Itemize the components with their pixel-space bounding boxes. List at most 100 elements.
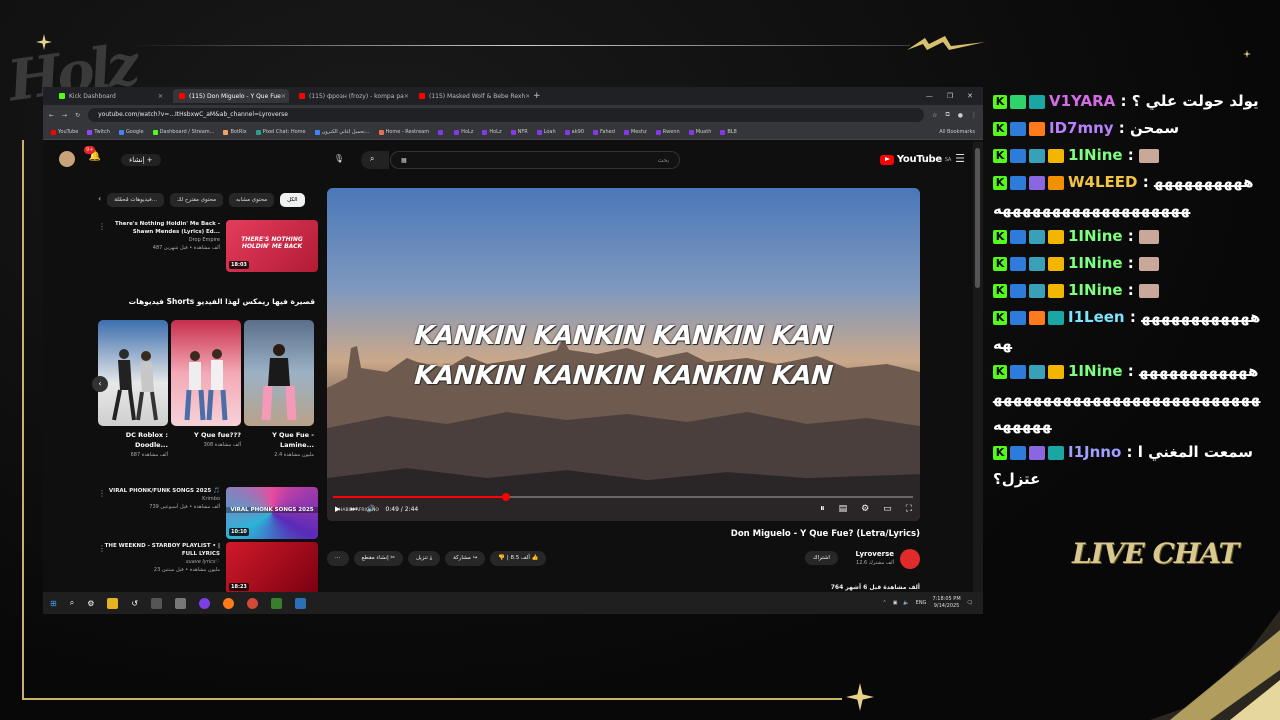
new-tab-button[interactable]: + (533, 91, 541, 101)
bookmark-item[interactable]: NFR (510, 129, 528, 135)
steam-icon[interactable] (295, 597, 307, 609)
profile-icon[interactable]: ● (958, 112, 963, 119)
bookmark-item[interactable]: YouTube (51, 129, 78, 135)
chat-username[interactable]: 1INine (1068, 254, 1123, 272)
windows-start-icon[interactable]: ⊞ (50, 599, 57, 608)
bookmark-item[interactable]: Rwenn (655, 129, 680, 135)
close-icon[interactable]: ✕ (158, 93, 163, 100)
chrome-profile-icon[interactable] (271, 597, 283, 609)
all-bookmarks-button[interactable]: All Bookmarks (939, 129, 975, 135)
settings-gear-icon[interactable]: ⚙ (861, 504, 869, 514)
search-button[interactable]: ⌕ (361, 151, 389, 169)
next-icon[interactable]: ⏭ (350, 505, 356, 514)
notifications-icon[interactable]: 🗨 (967, 600, 973, 606)
search-icon[interactable]: ⌕ (70, 598, 74, 608)
bookmark-item[interactable]: BL8 (720, 129, 737, 135)
back-icon[interactable]: ← (49, 112, 54, 119)
subscribe-button[interactable]: اشتراك (805, 551, 838, 565)
volume-tray-icon[interactable]: 🔈 (903, 600, 909, 606)
minimize-icon[interactable]: — (926, 92, 933, 100)
bookmark-item[interactable]: HoLz (482, 129, 502, 135)
star-bookmark-icon[interactable]: ☆ (932, 112, 937, 119)
microphone-icon[interactable]: 🎙 (333, 154, 345, 166)
bookmark-item[interactable]: ak90 (564, 129, 584, 135)
tab-youtube-active[interactable]: (115) Don Miguelo - Y Que Fue ✕ (173, 89, 289, 103)
discord-icon[interactable] (199, 597, 211, 609)
volume-icon[interactable]: 🔊 (367, 505, 376, 513)
tab-youtube-frozy[interactable]: (115) фрозн (frozy) - kompa pa ✕ (293, 89, 409, 103)
firefox-icon[interactable] (223, 597, 235, 609)
more-actions-button[interactable]: ⋯ (327, 551, 349, 566)
tab-kick-dashboard[interactable]: Kick Dashboard ✕ (53, 89, 169, 103)
side-video-item[interactable]: ⋮ VIRAL PHONK/FUNK SONGS 2025 🎵 Krimbo 7… (98, 487, 318, 539)
bookmark-item[interactable]: Home - Restream (378, 129, 429, 135)
chat-username[interactable]: I1Jnno (1068, 443, 1121, 461)
search-input[interactable]: بحث ▦ (390, 151, 680, 169)
close-window-icon[interactable]: ✕ (967, 92, 973, 100)
progress-scrubber[interactable] (501, 493, 510, 501)
video-thumbnail[interactable]: VIRAL PHONK SONGS 2025 10:10 (226, 487, 318, 539)
chat-username[interactable]: W4LEED (1068, 173, 1138, 191)
file-explorer-icon[interactable] (107, 597, 119, 609)
close-icon[interactable]: ✕ (281, 93, 286, 100)
back-app-icon[interactable]: ↺ (131, 599, 138, 608)
terminal-icon[interactable] (151, 597, 163, 609)
dislike-icon[interactable]: 👎 (498, 555, 505, 561)
subtitles-icon[interactable]: ▤ (839, 504, 848, 514)
bookmark-item[interactable]: Pixel Chat: Home (255, 129, 306, 135)
chat-username[interactable]: 1INine (1068, 146, 1123, 164)
chat-username[interactable]: 1INine (1068, 362, 1123, 380)
chip-related[interactable]: محتوى مشابه (229, 193, 275, 207)
hamburger-menu-icon[interactable]: ☰ (955, 152, 965, 165)
autoplay-toggle-icon[interactable]: ⏸ (820, 504, 825, 514)
clock[interactable]: 7:18:05 PM 9/14/2025 (932, 596, 960, 610)
chat-username[interactable]: V1YARA (1049, 92, 1115, 110)
like-icon[interactable]: 👍 (532, 555, 539, 561)
bookmark-item[interactable]: Loah (536, 129, 556, 135)
language-indicator[interactable]: ENG (916, 600, 927, 606)
short-thumbnail[interactable] (244, 320, 314, 426)
share-button[interactable]: مشاركة ↪ (445, 551, 486, 566)
shorts-prev-button[interactable]: ‹ (92, 376, 108, 392)
close-icon[interactable]: ✕ (404, 93, 409, 100)
like-dislike-group[interactable]: 👎 | 8.5 ألف 👍 (490, 551, 547, 566)
chips-prev-icon[interactable]: ‹ (98, 193, 101, 207)
channel-info[interactable]: Lyroverse 12.6 ألف مشترك (856, 549, 920, 569)
url-input[interactable]: youtube.com/watch?v=...ItHsbxwC_aM&ab_ch… (88, 108, 925, 122)
bookmark-item[interactable]: HoLz (454, 129, 473, 135)
bookmark-item[interactable]: تحميل اغاني الكترون... (314, 129, 370, 135)
settings-gear-icon[interactable]: ⚙ (87, 599, 94, 608)
short-thumbnail[interactable] (171, 320, 241, 426)
bookmark-item[interactable]: Muath (688, 129, 711, 135)
channel-avatar[interactable] (900, 549, 920, 569)
page-scrollbar[interactable] (973, 142, 983, 602)
network-icon[interactable]: ▣ (893, 600, 898, 606)
chat-username[interactable]: ID7mny (1049, 119, 1114, 137)
youtube-logo[interactable]: YouTube SA (879, 154, 951, 165)
bookmark-item[interactable]: Twitch (87, 129, 110, 135)
video-thumbnail[interactable]: 18:23 (226, 542, 318, 594)
maximize-icon[interactable]: ❐ (947, 92, 953, 100)
bookmark-item[interactable]: Fahed (593, 129, 615, 135)
extensions-icon[interactable]: ⧉ (945, 111, 949, 119)
side-video-item[interactable]: ⋮ There's Nothing Holdin' Me Back - Shaw… (98, 220, 318, 272)
reload-icon[interactable]: ↻ (75, 112, 80, 119)
bookmark-item[interactable]: Meshz (623, 129, 647, 135)
short-thumbnail[interactable] (98, 320, 168, 426)
menu-icon[interactable]: ⋮ (971, 112, 977, 119)
play-icon[interactable]: ▶ (335, 505, 340, 513)
download-button[interactable]: تنزيل ⤓ (408, 551, 441, 566)
notification-bell-icon[interactable]: 🔔 9+ (84, 146, 103, 167)
chip-recommended[interactable]: محتوى مقترح لك (169, 193, 224, 207)
side-video-item[interactable]: ⋮ THE WEEKND - STARBOY PLAYLIST • | FULL… (98, 542, 318, 594)
create-button[interactable]: إنشاء + (121, 154, 161, 166)
video-player[interactable]: KANKIN KANKIN KANKIN KAN KANKIN KANKIN K… (327, 188, 920, 521)
obs-icon[interactable] (175, 597, 187, 609)
tray-chevron-icon[interactable]: ⌃ (882, 600, 886, 606)
chat-username[interactable]: 1INine (1068, 227, 1123, 245)
bookmark-item[interactable]: Dashboard / Stream... (152, 129, 214, 135)
chip-uploads[interactable]: فيديوهات مُحمّلة... (107, 193, 164, 207)
progress-bar[interactable] (333, 493, 913, 501)
avatar[interactable] (59, 151, 75, 167)
close-icon[interactable]: ✕ (525, 93, 529, 100)
